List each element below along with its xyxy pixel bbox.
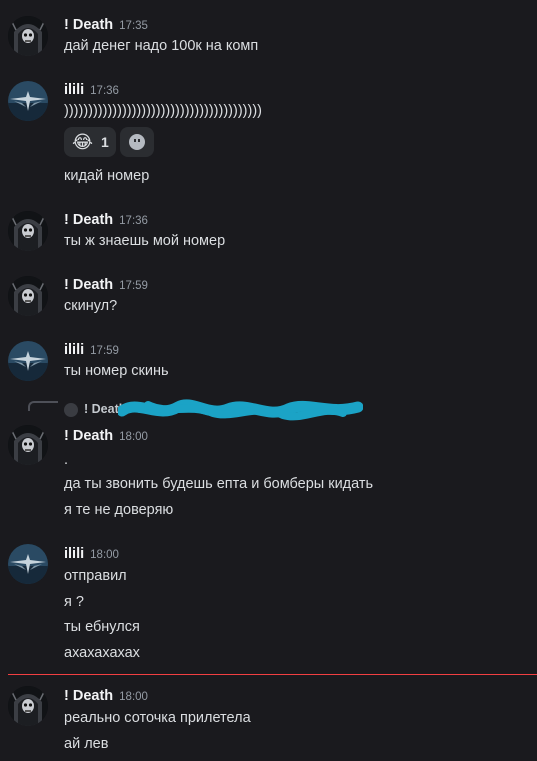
- avatar[interactable]: [8, 544, 48, 584]
- timestamp[interactable]: 18:00: [90, 549, 119, 561]
- reply-connector: [28, 401, 58, 411]
- message-text: да ты звонить будешь епта и бомберы кида…: [64, 476, 374, 492]
- avatar[interactable]: [8, 425, 48, 465]
- reaction-count: 1: [101, 134, 109, 150]
- message-text: отправил: [64, 568, 127, 584]
- timestamp[interactable]: 18:00: [119, 431, 148, 443]
- avatar[interactable]: [8, 341, 48, 381]
- message-text: ахахахахах: [64, 645, 140, 661]
- winged-ship-avatar-icon: [8, 341, 48, 381]
- timestamp[interactable]: 17:36: [119, 215, 148, 227]
- timestamp[interactable]: 18:00: [119, 691, 148, 703]
- add-reaction-icon: [129, 134, 145, 150]
- message-text: я ?: [64, 594, 84, 610]
- avatar[interactable]: [8, 686, 48, 726]
- message-text: кидай номер: [64, 168, 150, 184]
- face-with-tears-of-joy-icon: 😂: [72, 132, 94, 152]
- username[interactable]: ! Death: [64, 212, 113, 228]
- skull-avatar-icon: [8, 686, 48, 726]
- username[interactable]: ! Death: [64, 688, 113, 704]
- message-text: реально соточка прилетела: [64, 710, 251, 726]
- avatar[interactable]: [8, 16, 48, 56]
- skull-avatar-icon: [8, 276, 48, 316]
- skull-avatar-icon: [8, 425, 48, 465]
- timestamp[interactable]: 17:59: [119, 280, 148, 292]
- username[interactable]: ! Death: [64, 277, 113, 293]
- message-text: ты ебнулся: [64, 619, 140, 635]
- message-text: ты номер скинь: [64, 363, 169, 379]
- username[interactable]: ilili: [64, 546, 84, 562]
- reaction-laugh[interactable]: 😂 1: [64, 127, 116, 157]
- timestamp[interactable]: 17:36: [90, 85, 119, 97]
- winged-ship-avatar-icon: [8, 81, 48, 121]
- message-text: дай денег надо 100к на комп: [64, 38, 259, 54]
- username[interactable]: ! Death: [64, 428, 113, 444]
- avatar[interactable]: [8, 81, 48, 121]
- username[interactable]: ! Death: [64, 17, 113, 33]
- message-text: я те не доверяю: [64, 502, 174, 518]
- reply-avatar: [64, 403, 78, 417]
- winged-ship-avatar-icon: [8, 544, 48, 584]
- message-text: ))))))))))))))))))))))))))))))))))))))))…: [64, 103, 262, 119]
- message-text: ай лев: [64, 736, 109, 752]
- username[interactable]: ilili: [64, 82, 84, 98]
- username[interactable]: ilili: [64, 342, 84, 358]
- avatar[interactable]: [8, 211, 48, 251]
- timestamp[interactable]: 17:59: [90, 345, 119, 357]
- skull-avatar-icon: [8, 211, 48, 251]
- redaction-scribble: [118, 399, 363, 421]
- timestamp[interactable]: 17:35: [119, 20, 148, 32]
- message-text: ты ж знаешь мой номер: [64, 233, 226, 249]
- add-reaction-button[interactable]: [120, 127, 154, 157]
- avatar[interactable]: [8, 276, 48, 316]
- new-messages-divider: [8, 674, 537, 675]
- message-text: скинул?: [64, 298, 118, 314]
- message-text: .: [64, 452, 69, 468]
- skull-avatar-icon: [8, 16, 48, 56]
